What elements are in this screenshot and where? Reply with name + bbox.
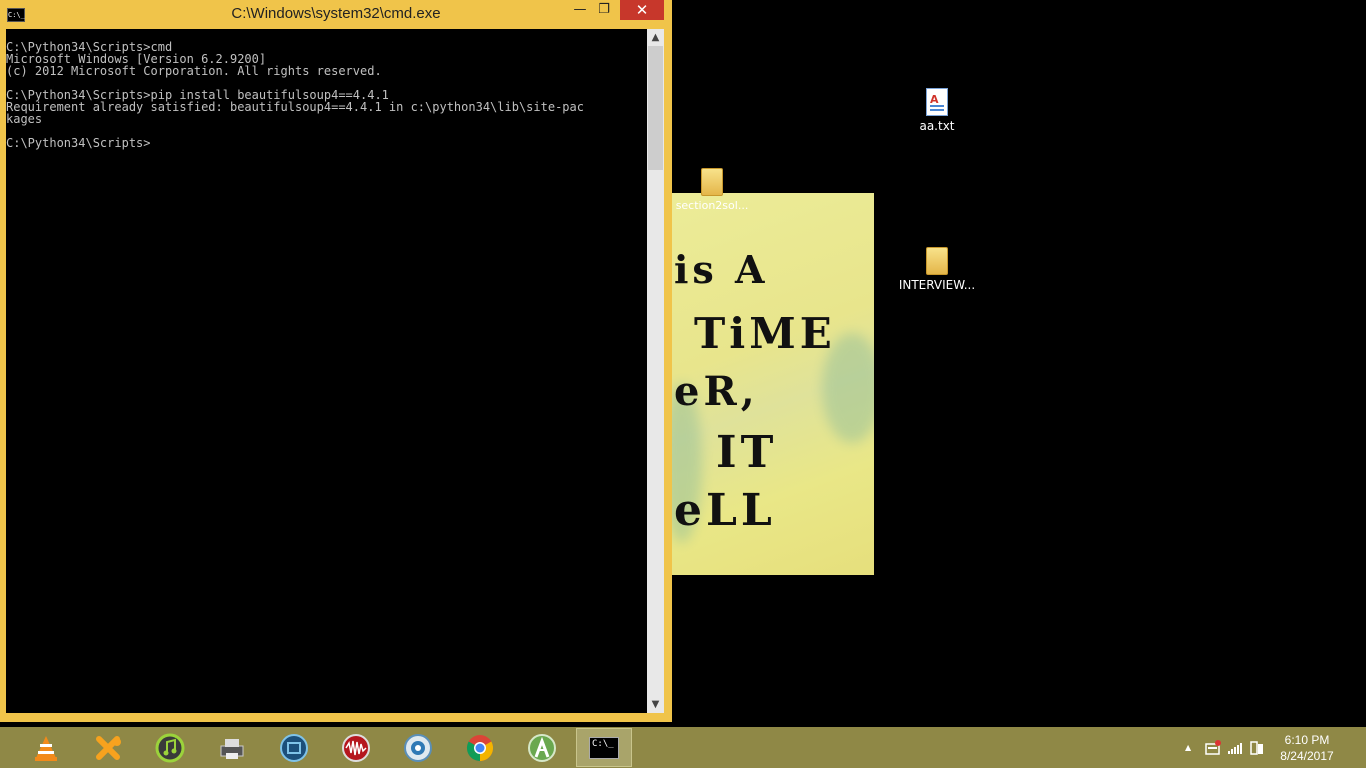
clock-time: 6:10 PM [1284,733,1330,747]
window-titlebar[interactable]: C:\_ C:\Windows\system32\cmd.exe — ❐ ✕ [0,0,672,29]
desktop-icon-label: section2sol... [675,199,749,212]
taskbar: C:\_ ▲ 6:10 PM 8/24/2017 [0,727,1366,768]
system-tray: ▲ [1185,727,1265,768]
folder-icon [701,168,723,196]
wallpaper-text-line: TiME [694,309,836,358]
console-prompt[interactable]: C:\Python34\Scripts> [6,137,584,149]
action-center-flag-icon[interactable] [1205,739,1222,756]
taskbar-app-media-player[interactable] [390,728,446,767]
scrollbar-thumb[interactable] [648,46,663,170]
close-button[interactable]: ✕ [620,0,664,20]
taskbar-app-vlc[interactable] [18,728,74,767]
cmd-window[interactable]: C:\_ C:\Windows\system32\cmd.exe — ❐ ✕ C… [0,0,672,722]
desktop-icon-section2sol[interactable]: section2sol... [672,168,752,212]
console-text: C:\Python34\Scripts>cmd Microsoft Window… [6,41,584,149]
clock-date: 8/24/2017 [1280,749,1334,763]
xampp-icon [96,735,121,760]
desktop-wallpaper: is A TiME eR, IT eLL [672,193,874,575]
folder-icon [926,247,948,275]
taskbar-app-audio-recorder[interactable] [328,728,384,767]
wallpaper-text-line: IT [716,427,778,478]
taskbar-app-video-editor[interactable] [266,728,322,767]
console-output[interactable]: C:\Python34\Scripts>cmd Microsoft Window… [6,29,647,713]
console-line: kages [6,112,43,126]
printer-icon [220,738,244,759]
audio-recorder-icon [342,733,370,762]
vertical-scrollbar[interactable]: ▲ ▼ [647,29,664,713]
wallpaper-text-line: is A [674,247,769,292]
wallpaper-text-line: eLL [674,485,776,536]
taskbar-app-itunes[interactable] [142,728,198,767]
taskbar-app-chrome[interactable] [452,728,508,767]
desktop-icon-label: aa.txt [919,119,955,133]
network-signal-icon[interactable] [1227,740,1243,756]
scroll-down-arrow-icon[interactable]: ▼ [647,696,664,713]
chrome-icon [466,734,494,761]
scroll-up-arrow-icon[interactable]: ▲ [647,29,664,46]
media-player-icon [404,733,432,762]
taskbar-app-cmd[interactable]: C:\_ [576,728,632,767]
console-line: Requirement already satisfied: beautiful… [6,100,584,114]
android-studio-icon [528,733,556,762]
desktop-icon-interview[interactable]: INTERVIEW... [897,247,977,292]
show-hidden-icons-chevron-icon[interactable]: ▲ [1185,743,1191,752]
text-file-icon: A [926,88,948,116]
vlc-icon [35,735,57,761]
taskbar-clock[interactable]: 6:10 PM 8/24/2017 [1272,732,1342,764]
desktop-icon-aa-txt[interactable]: A aa.txt [897,88,977,133]
console-line: (c) 2012 Microsoft Corporation. All righ… [6,64,382,78]
itunes-icon [155,733,185,762]
taskbar-app-printer[interactable] [204,728,260,767]
desktop-icon-label: INTERVIEW... [898,278,976,292]
video-editor-icon [280,733,308,762]
taskbar-app-android-studio[interactable] [514,728,570,767]
battery-icon[interactable] [1249,740,1265,756]
taskbar-app-xampp[interactable] [80,728,136,767]
cmd-icon: C:\_ [589,736,619,759]
restore-button[interactable]: ❐ [590,0,618,20]
wallpaper-text-line: eR, [674,368,759,415]
